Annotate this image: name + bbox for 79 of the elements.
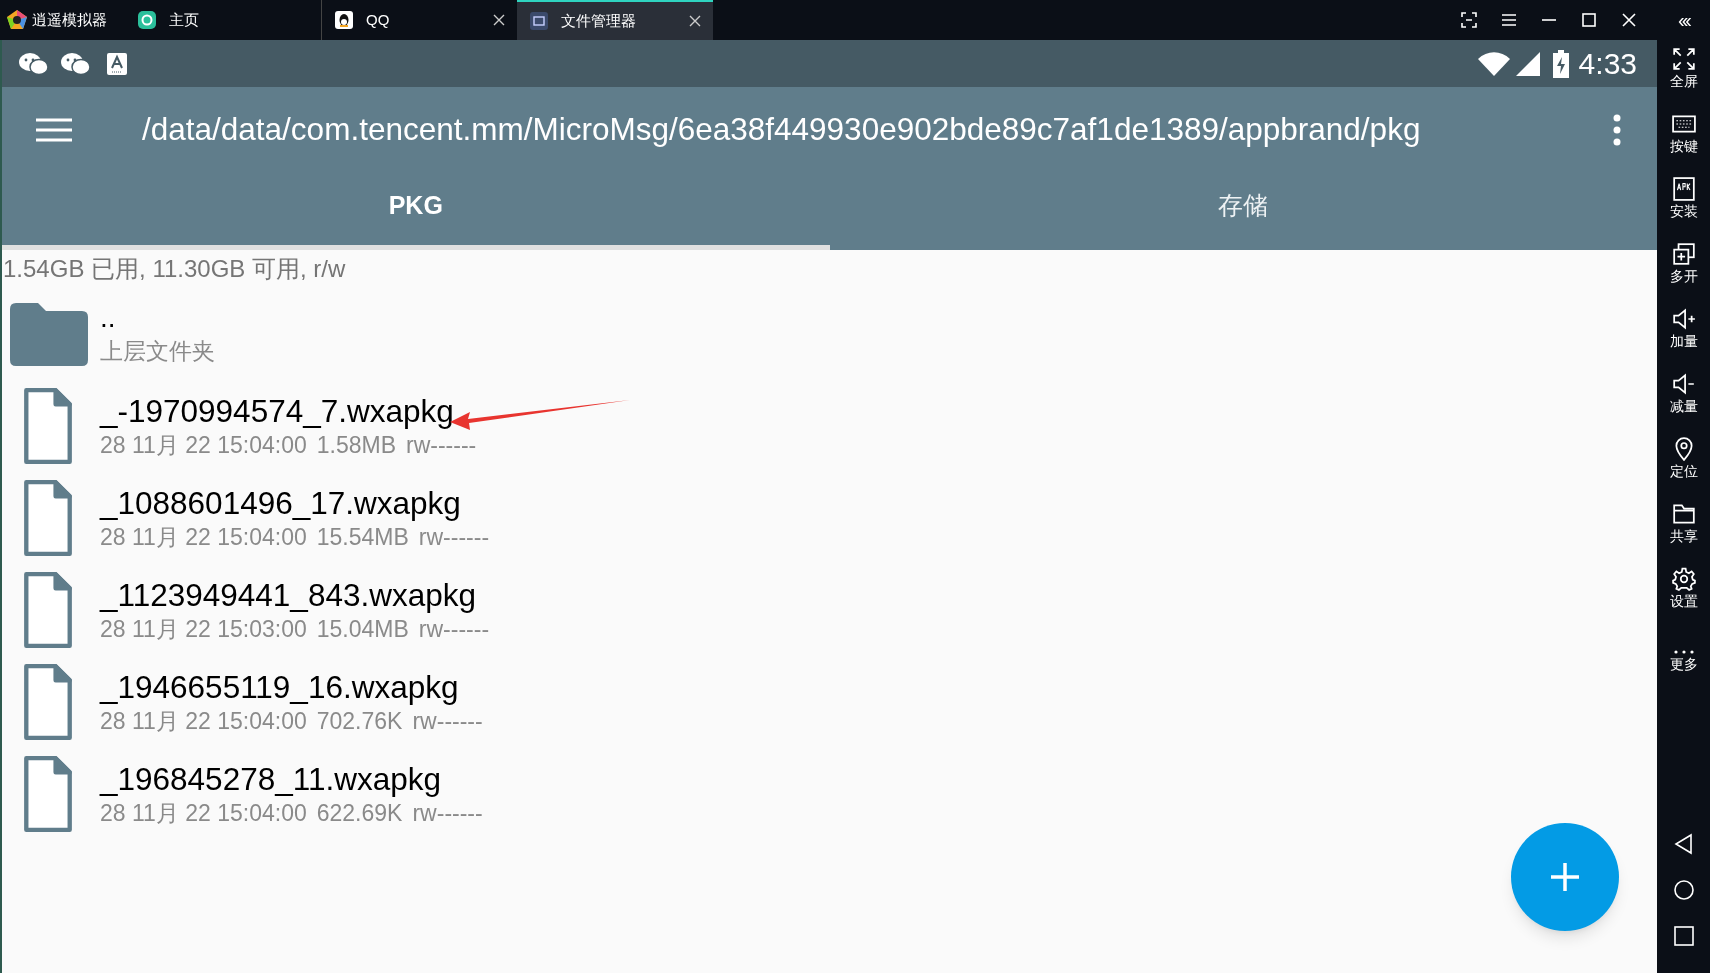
signal-icon — [1514, 50, 1541, 77]
file-size: 702.76K — [316, 707, 403, 736]
file-name: _1088601496_17.wxapkg — [100, 484, 461, 522]
list-item[interactable]: .. 上层文件夹 — [2, 288, 1657, 380]
menu-icon — [36, 117, 72, 143]
more-icon — [1672, 650, 1695, 654]
windows-icon — [1671, 242, 1696, 266]
file-size: 622.69K — [316, 799, 403, 828]
package-icon — [1671, 177, 1696, 201]
toolbar-button[interactable]: 加量 — [1657, 300, 1710, 365]
file-date: 28 11月 22 15:03:00 — [100, 615, 307, 644]
file-date: 28 11月 22 15:04:00 — [100, 431, 307, 460]
toolbar-button[interactable]: 定位 — [1657, 430, 1710, 495]
wifi-icon — [1476, 50, 1511, 77]
recents-icon — [1672, 925, 1695, 947]
tab[interactable]: PKG — [2, 173, 830, 250]
fullscreen-icon — [1671, 47, 1696, 71]
volume-up-icon — [1671, 307, 1696, 331]
folder-icon — [1671, 502, 1696, 526]
list-item[interactable]: _1946655119_16.wxapkg 28 11月 22 15:04:00 702.76K rw------ — [2, 656, 1657, 748]
logo-icon — [6, 9, 28, 31]
file-permissions: rw------ — [418, 615, 490, 644]
file-permissions: rw------ — [406, 431, 477, 460]
files-icon — [529, 11, 549, 31]
toolbar-button[interactable]: 全屏 — [1657, 40, 1710, 105]
menu-icon[interactable] — [1501, 12, 1517, 28]
clock: 4:33 — [1578, 46, 1638, 82]
back-icon — [1672, 833, 1695, 855]
file-name: _1946655119_16.wxapkg — [100, 668, 459, 706]
close-icon[interactable] — [493, 14, 505, 26]
folder-icon — [10, 302, 88, 366]
toolbar-button[interactable]: 按键 — [1657, 105, 1710, 170]
storage-info: 1.54GB 已用, 11.30GB 可用, r/w — [2, 254, 347, 284]
file-permissions: rw------ — [412, 799, 483, 828]
settings-icon — [1671, 567, 1696, 591]
chat-icon — [60, 50, 92, 77]
home-icon — [1672, 879, 1695, 901]
chat-icon — [18, 50, 50, 77]
more-icon — [1613, 114, 1621, 146]
file-name: _1123949441_843.wxapkg — [100, 576, 476, 614]
plus-icon — [1550, 862, 1580, 892]
toolbar-button[interactable]: 多开 — [1657, 235, 1710, 300]
keyboard-icon — [1671, 112, 1696, 136]
volume-down-icon — [1671, 372, 1696, 396]
emulator-tab[interactable]: 主页 — [125, 0, 321, 40]
file-size: 1.58MB — [316, 431, 396, 460]
tab[interactable]: 存储 — [829, 173, 1657, 250]
keyboard-app-icon — [106, 51, 128, 76]
screenshot-icon[interactable] — [1461, 12, 1477, 28]
list-item[interactable]: _-1970994574_7.wxapkg 28 11月 22 15:04:00 1.58MB rw------ — [2, 380, 1657, 472]
list-item[interactable]: _196845278_11.wxapkg 28 11月 22 15:04:00 622.69K rw------ — [2, 748, 1657, 840]
toolbar-button[interactable]: 更多 — [1657, 625, 1710, 690]
folder-subtitle: 上层文件夹 — [100, 337, 215, 366]
list-item[interactable]: _1123949441_843.wxapkg 28 11月 22 15:03:00 15.04MB rw------ — [2, 564, 1657, 656]
file-name: _196845278_11.wxapkg — [100, 760, 441, 798]
toolbar-button[interactable]: 设置 — [1657, 560, 1710, 625]
toolbar-button[interactable]: 共享 — [1657, 495, 1710, 560]
app-title: 逍遥模拟器 — [32, 9, 107, 30]
list-item[interactable]: _1088601496_17.wxapkg 28 11月 22 15:04:00 15.54MB rw------ — [2, 472, 1657, 564]
file-date: 28 11月 22 15:04:00 — [100, 707, 307, 736]
battery-charging-icon — [1552, 49, 1569, 78]
menu-button[interactable] — [36, 117, 72, 143]
file-size: 15.54MB — [316, 523, 409, 552]
file-permissions: rw------ — [412, 707, 483, 736]
close-icon[interactable] — [689, 15, 701, 27]
overflow-menu-button[interactable] — [1613, 114, 1621, 146]
path-title: /data/data/com.tencent.mm/MicroMsg/6ea38f449930e902bde89c7af1de1389/appbrand/pkg — [142, 110, 1422, 150]
home-icon — [137, 10, 157, 30]
maximize-icon[interactable] — [1581, 12, 1597, 28]
file-size: 15.04MB — [316, 615, 409, 644]
file-name: .. — [100, 301, 117, 335]
collapse-button[interactable]: ‹‹‹ — [1657, 0, 1710, 40]
file-permissions: rw------ — [418, 523, 490, 552]
toolbar-button[interactable]: 安装 — [1657, 170, 1710, 235]
file-date: 28 11月 22 15:04:00 — [100, 799, 307, 828]
file-date: 28 11月 22 15:04:00 — [100, 523, 307, 552]
emulator-tab[interactable]: 文件管理器 — [517, 0, 713, 40]
file-name: _-1970994574_7.wxapkg — [100, 392, 454, 430]
toolbar-button[interactable]: 减量 — [1657, 365, 1710, 430]
